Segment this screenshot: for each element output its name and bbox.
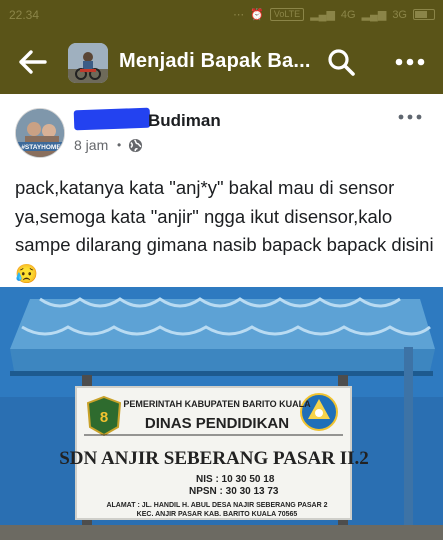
signal-icon-1: ▂▄▆: [310, 9, 335, 21]
sign-address-2: KEC. ANJIR PASAR KAB. BARITO KUALA 70565: [137, 511, 298, 518]
author-name[interactable]: Budiman: [148, 111, 221, 131]
status-icons: ⋯ ⏰ VoLTE ▂▄▆ 4G ▂▄▆ 3G: [233, 8, 435, 21]
post-card: #STAYHOME Budiman 8 jam • pack,katanya k…: [0, 94, 443, 540]
author-avatar[interactable]: #STAYHOME: [15, 108, 65, 158]
sign-government-line: PEMERINTAH KABUPATEN BARITO KUALA: [123, 399, 311, 409]
post-timestamp[interactable]: 8 jam: [74, 137, 108, 153]
status-bar: 22.34 ⋯ ⏰ VoLTE ▂▄▆ 4G ▂▄▆ 3G: [0, 0, 443, 30]
post-body-text: pack,katanya kata "anj*y" bakal mau di s…: [15, 177, 434, 284]
signal-dots-icon: ⋯: [233, 9, 245, 21]
back-arrow-icon[interactable]: [18, 48, 48, 76]
group-photo-image: [68, 43, 108, 83]
search-icon[interactable]: [326, 47, 356, 77]
volte-badge: VoLTE: [269, 8, 305, 21]
sign-npsn: NPSN : 30 30 13 73: [189, 486, 279, 497]
author-photo-image: #STAYHOME: [16, 109, 64, 157]
sign-nis: NIS : 10 30 50 18: [196, 474, 275, 485]
more-options-icon[interactable]: [394, 52, 426, 72]
group-avatar[interactable]: [68, 43, 108, 83]
sign-school-name: SDN ANJIR SEBERANG PASAR II.2: [59, 448, 369, 469]
group-title: Menjadi Bapak Ba...: [119, 50, 311, 72]
stayhome-badge: #STAYHOME: [21, 144, 61, 151]
network-type-2: 3G: [392, 8, 407, 21]
globe-icon: [128, 138, 143, 153]
svg-text:8: 8: [100, 409, 108, 426]
alarm-icon: ⏰: [250, 9, 264, 21]
network-type-1: 4G: [340, 8, 356, 21]
regency-logo-icon: 8: [86, 395, 122, 437]
author-name-redaction: [73, 107, 151, 131]
status-time: 22.34: [9, 8, 40, 22]
post-options-icon[interactable]: [397, 111, 423, 123]
sign-address-1: ALAMAT : JL. HANDIL H. ABUL DESA NAJIR S…: [106, 502, 327, 509]
post-photo[interactable]: 8 PEMERINTAH KABUPATEN BARITO KUALA DINA…: [0, 287, 443, 540]
sign-department-line: DINAS PENDIDIKAN: [145, 415, 289, 432]
signal-icon-2: ▂▄▆: [361, 9, 387, 21]
school-sign-photo: 8 PEMERINTAH KABUPATEN BARITO KUALA DINA…: [0, 287, 443, 540]
app-bar: Menjadi Bapak Ba...: [0, 30, 443, 94]
timestamp-separator: •: [117, 138, 122, 152]
battery-icon: [413, 9, 435, 20]
